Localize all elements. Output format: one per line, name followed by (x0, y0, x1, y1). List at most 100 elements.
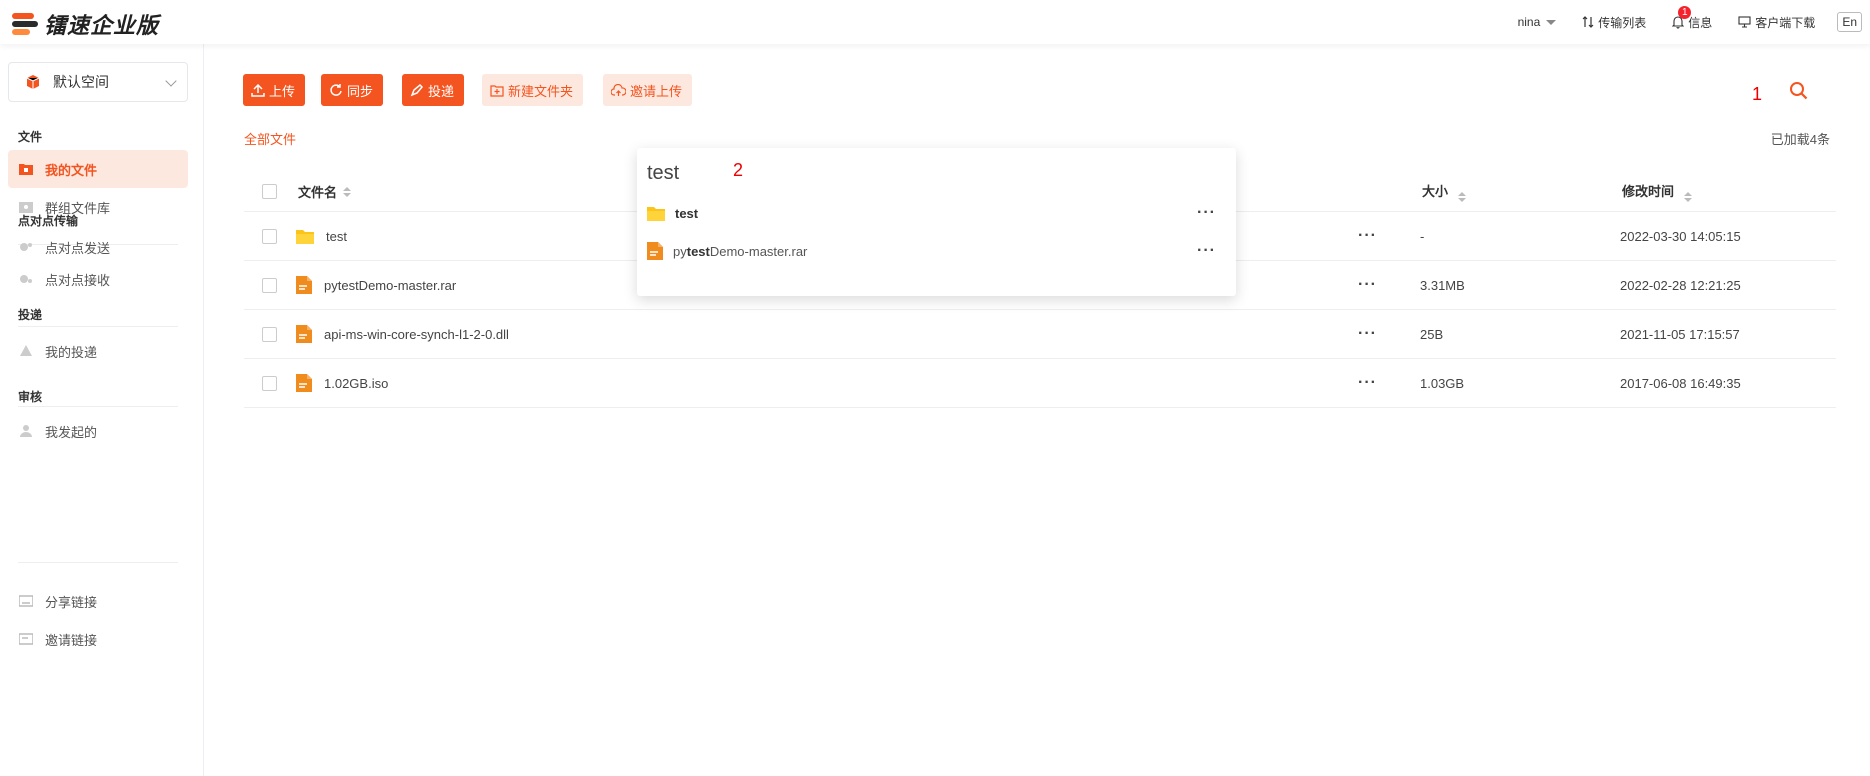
search-result-item[interactable]: pytestDemo-master.rar ··· (647, 234, 1226, 268)
file-modified: 2017-06-08 16:49:35 (1620, 375, 1741, 391)
file-name: test (326, 228, 347, 244)
deliver-label: 投递 (428, 83, 455, 99)
more-actions-icon[interactable]: ··· (1197, 242, 1216, 260)
deliver-icon (410, 83, 424, 97)
more-actions-icon[interactable]: ··· (1358, 276, 1377, 294)
brand-logo[interactable]: 镭速企业版 (12, 8, 159, 40)
section-p2p: 点对点传输 (18, 214, 79, 228)
select-all-checkbox[interactable] (262, 184, 277, 199)
file-name-cell[interactable]: api-ms-win-core-synch-l1-2-0.dll (296, 325, 509, 343)
row-checkbox[interactable] (262, 228, 277, 244)
archive-file-icon (647, 242, 663, 260)
invite-link-icon (19, 632, 33, 646)
client-download-button[interactable]: 客户端下载 (1738, 14, 1815, 31)
name-column-header[interactable]: 文件名 (298, 182, 352, 201)
file-name-cell[interactable]: test (296, 229, 347, 244)
space-name: 默认空间 (53, 74, 109, 90)
file-modified: 2021-11-05 17:15:57 (1620, 326, 1740, 342)
file-modified: 2022-02-28 12:21:25 (1620, 277, 1741, 293)
file-name: 1.02GB.iso (324, 375, 389, 391)
deliver-button[interactable]: 投递 (402, 74, 465, 106)
section-review: 审核 (18, 390, 43, 404)
sidebar-item-my-delivery[interactable]: 我的投递 (8, 332, 188, 370)
transfer-list-button[interactable]: 传输列表 (1582, 14, 1646, 31)
sidebar-item-label: 点对点发送 (45, 240, 111, 256)
file-modified: 2022-03-30 14:05:15 (1620, 228, 1741, 244)
new-folder-icon (490, 84, 504, 97)
modified-column-header[interactable]: 修改时间 (1622, 181, 1692, 202)
folder-icon (19, 162, 33, 176)
sync-button[interactable]: 同步 (321, 74, 384, 106)
sidebar-item-initiated[interactable]: 我发起的 (8, 412, 188, 450)
row-checkbox[interactable] (262, 277, 277, 293)
search-query[interactable]: test (647, 162, 679, 185)
section-delivery: 投递 (18, 308, 43, 322)
space-selector[interactable]: 默认空间 (8, 62, 188, 102)
caret-down-icon (1546, 19, 1557, 25)
file-name-cell[interactable]: 1.02GB.iso (296, 374, 388, 392)
sidebar-item-p2p-receive[interactable]: 点对点接收 (8, 260, 188, 298)
delivery-icon (19, 344, 33, 358)
result-name: test (675, 206, 698, 221)
sidebar-item-label: 点对点接收 (45, 272, 111, 288)
user-menu[interactable]: nina (1518, 15, 1557, 29)
row-checkbox[interactable] (262, 326, 277, 342)
file-name-cell[interactable]: pytestDemo-master.rar (296, 276, 456, 294)
message-badge: 1 (1678, 5, 1692, 19)
share-link-icon (19, 594, 33, 608)
loaded-count: 已加载4条 (1770, 132, 1830, 147)
upload-label: 上传 (269, 83, 296, 99)
breadcrumb[interactable]: 全部文件 (244, 129, 296, 148)
sort-icon[interactable] (1457, 192, 1466, 202)
file-size: - (1420, 228, 1425, 244)
row-checkbox[interactable] (262, 375, 277, 391)
sort-icon[interactable] (1683, 192, 1692, 202)
logo-icon (12, 11, 38, 37)
search-icon[interactable] (1788, 80, 1810, 107)
section-files: 文件 (18, 130, 43, 144)
size-column-header[interactable]: 大小 (1422, 181, 1466, 202)
transfer-icon (1582, 16, 1594, 28)
messages-label: 信息 (1688, 15, 1713, 30)
sidebar-item-label: 邀请链接 (45, 632, 98, 648)
sidebar-item-label: 我发起的 (45, 424, 98, 440)
invite-upload-button[interactable]: 邀请上传 (603, 74, 693, 106)
sidebar: 默认空间 文件 我的文件 群组文件库 点对点传输 点对点发送 点对点接收 投递 … (0, 44, 204, 776)
search-result-item[interactable]: test ··· (647, 196, 1226, 230)
sort-icon[interactable] (343, 186, 352, 197)
client-download-label: 客户端下载 (1755, 15, 1816, 30)
invite-upload-label: 邀请上传 (630, 83, 683, 99)
more-actions-icon[interactable]: ··· (1197, 204, 1216, 222)
more-actions-icon[interactable]: ··· (1358, 325, 1377, 343)
file-size: 1.03GB (1420, 375, 1465, 391)
divider (18, 406, 178, 407)
p2p-send-icon (19, 240, 33, 254)
more-actions-icon[interactable]: ··· (1358, 374, 1377, 392)
result-match: test (675, 205, 699, 221)
sidebar-item-label: 我的投递 (45, 344, 98, 360)
cloud-upload-icon (611, 83, 626, 96)
sidebar-item-invite-links[interactable]: 邀请链接 (8, 620, 188, 658)
username: nina (1517, 15, 1541, 29)
folder-icon (296, 229, 314, 244)
language-toggle[interactable]: En (1837, 12, 1862, 32)
table-row[interactable]: api-ms-win-core-synch-l1-2-0.dll ··· 25B 20… (244, 310, 1836, 359)
name-header-label: 文件名 (298, 185, 338, 200)
table-row[interactable]: 1.02GB.iso ··· 1.03GB 2017-06-08 16:49:35 (244, 359, 1836, 408)
sidebar-item-share-links[interactable]: 分享链接 (8, 582, 188, 620)
upload-button[interactable]: 上传 (243, 74, 306, 106)
archive-file-icon (296, 374, 312, 392)
sync-icon (330, 84, 342, 96)
sidebar-item-label: 分享链接 (45, 594, 98, 610)
annotation-one: 1 (1752, 84, 1763, 104)
annotation-two: 2 (733, 160, 744, 180)
upload-icon (251, 83, 265, 97)
file-name: api-ms-win-core-synch-l1-2-0.dll (324, 326, 509, 342)
sidebar-item-my-files[interactable]: 我的文件 (8, 150, 188, 188)
messages-button[interactable]: 1 信息 (1672, 5, 1713, 31)
file-size: 25B (1420, 326, 1444, 342)
folder-icon (647, 206, 665, 221)
new-folder-button[interactable]: 新建文件夹 (482, 74, 584, 106)
more-actions-icon[interactable]: ··· (1358, 227, 1377, 245)
result-match: test (686, 243, 710, 259)
